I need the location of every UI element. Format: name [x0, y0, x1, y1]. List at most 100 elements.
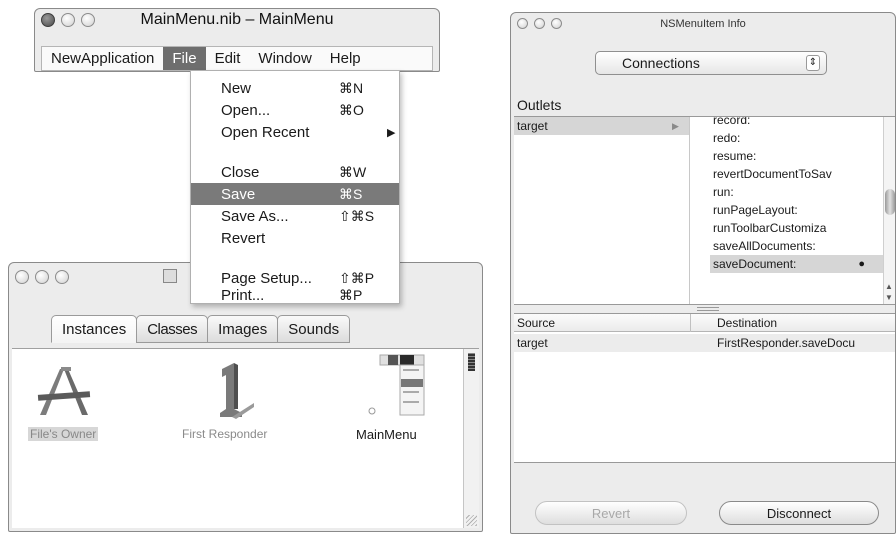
zoom-button[interactable] — [55, 270, 69, 284]
revert-button[interactable]: Revert — [535, 501, 687, 525]
window-controls — [517, 18, 562, 29]
instances-scrollbar[interactable] — [463, 349, 479, 528]
outlets-browser: target ▶ record: redo: resume: revertDoc… — [514, 116, 895, 305]
menu-item-label: Open Recent — [221, 123, 310, 141]
first-responder-icon[interactable] — [208, 359, 258, 423]
menu-item-save-as[interactable]: Save As... ⇧⌘S — [191, 205, 399, 227]
connected-indicator-icon: ● — [858, 258, 865, 270]
close-button[interactable] — [15, 270, 29, 284]
instances-tab-bar: Instances Classes Images Sounds — [51, 315, 351, 343]
menu-item-shortcut: ⌘P — [339, 286, 363, 303]
inspector-mode-popup[interactable]: Connections ⇕ — [595, 51, 827, 75]
menu-item-label: Page Setup... — [221, 269, 312, 287]
zoom-button[interactable] — [551, 18, 562, 29]
window-controls — [15, 270, 69, 284]
menu-item-new[interactable]: New ⌘N — [191, 77, 399, 99]
mainmenu-nib-window: MainMenu.nib – MainMenu NewApplication F… — [34, 8, 440, 72]
action-row[interactable]: revertDocumentToSav — [710, 165, 883, 183]
tab-instances[interactable]: Instances — [51, 315, 138, 343]
window-controls — [41, 13, 95, 27]
tab-classes[interactable]: Classes — [136, 315, 209, 343]
action-row[interactable]: saveAllDocuments: — [710, 237, 883, 255]
menu-item-open[interactable]: Open... ⌘O — [191, 99, 399, 121]
menu-help[interactable]: Help — [321, 47, 370, 70]
info-panel-titlebar[interactable]: NSMenuItem Info — [511, 13, 895, 35]
scroll-down-arrow-icon[interactable]: ▼ — [885, 293, 893, 302]
menu-item-shortcut: ⌘O — [339, 101, 364, 118]
files-owner-icon[interactable] — [34, 365, 94, 421]
scroll-up-arrow-icon[interactable]: ▲ — [885, 282, 893, 291]
menu-edit[interactable]: Edit — [206, 47, 250, 70]
minimize-button[interactable] — [35, 270, 49, 284]
connection-source: target — [517, 336, 548, 350]
nib-window-title: MainMenu.nib – MainMenu — [140, 11, 334, 28]
zoom-button[interactable] — [81, 13, 95, 27]
menu-item-open-recent[interactable]: Open Recent ▶ — [191, 121, 399, 143]
outlets-label: Outlets — [517, 97, 562, 113]
tab-sounds[interactable]: Sounds — [277, 315, 351, 343]
minimize-button[interactable] — [534, 18, 545, 29]
menu-item-shortcut: ⌘W — [339, 163, 367, 180]
menu-item-close[interactable]: Close ⌘W — [191, 161, 399, 183]
connections-table: Source Destination target FirstResponder… — [514, 313, 895, 463]
column-header-source[interactable]: Source — [517, 316, 555, 330]
menu-item-shortcut: ⌘S — [339, 185, 363, 202]
menu-bar: NewApplication File Edit Window Help — [41, 46, 433, 71]
mainmenu-icon[interactable] — [364, 353, 428, 419]
action-row-selected[interactable]: saveDocument: ● — [710, 255, 883, 273]
popup-arrows-icon: ⇕ — [806, 55, 820, 71]
info-panel-title: NSMenuItem Info — [660, 18, 746, 30]
minimize-button[interactable] — [61, 13, 75, 27]
action-row[interactable]: runPageLayout: — [710, 201, 883, 219]
menu-window[interactable]: Window — [249, 47, 320, 70]
menu-file[interactable]: File — [163, 47, 206, 70]
action-row[interactable]: resume: — [710, 147, 883, 165]
scroll-thumb[interactable] — [468, 353, 475, 371]
menu-item-label: New — [221, 79, 252, 97]
actions-scrollbar[interactable]: ▲ ▼ — [883, 117, 895, 304]
menu-item-label: Revert — [221, 229, 266, 247]
resize-grip-icon[interactable] — [466, 515, 477, 526]
menu-item-shortcut: ⇧⌘P — [339, 269, 375, 286]
outlet-row-target[interactable]: target ▶ — [514, 117, 689, 135]
first-responder-label: First Responder — [182, 427, 268, 441]
action-row[interactable]: run: — [710, 183, 883, 201]
nib-file-icon — [163, 269, 177, 283]
actions-column: record: redo: resume: revertDocumentToSa… — [710, 117, 895, 304]
close-button[interactable] — [517, 18, 528, 29]
tab-images[interactable]: Images — [207, 315, 279, 343]
menu-item-print[interactable]: Print... ⌘P — [191, 285, 399, 305]
scroll-thumb[interactable] — [885, 189, 895, 215]
nib-window-titlebar[interactable]: MainMenu.nib – MainMenu — [35, 9, 439, 31]
column-divider — [690, 314, 691, 332]
menu-item-shortcut: ⇧⌘S — [339, 207, 375, 224]
action-row[interactable]: runToolbarCustomiza — [710, 219, 883, 237]
outlets-column: target ▶ — [514, 117, 690, 304]
menu-newapplication[interactable]: NewApplication — [42, 47, 163, 70]
table-row[interactable]: target FirstResponder.saveDocu — [514, 334, 895, 352]
close-button[interactable] — [41, 13, 55, 27]
connections-table-header: Source Destination — [514, 314, 895, 332]
menu-item-revert[interactable]: Revert — [191, 227, 399, 249]
files-owner-label: File's Owner — [28, 427, 99, 441]
split-view-handle[interactable] — [697, 307, 719, 311]
file-menu-dropdown: New ⌘N Open... ⌘O Open Recent ▶ Close ⌘W… — [190, 70, 400, 304]
menu-item-label: Open... — [221, 101, 271, 119]
submenu-arrow-icon: ▶ — [387, 126, 396, 139]
nsmenuitem-info-panel: NSMenuItem Info Connections ⇕ Outlets ta… — [510, 12, 896, 534]
mainmenu-label: MainMenu — [356, 427, 417, 442]
menu-item-label: Save As... — [221, 207, 289, 225]
action-label: saveDocument: — [713, 257, 797, 271]
menu-item-save[interactable]: Save ⌘S — [191, 183, 399, 205]
disconnect-button[interactable]: Disconnect — [719, 501, 879, 525]
menu-item-label: Close — [221, 163, 260, 181]
connection-destination: FirstResponder.saveDocu — [717, 336, 856, 350]
column-header-destination[interactable]: Destination — [717, 316, 777, 330]
menu-item-label: Print... — [221, 286, 265, 304]
action-row[interactable]: record: — [710, 117, 883, 129]
popup-value: Connections — [622, 55, 700, 71]
instances-content-area: File's Owner First Responder MainMenu — [12, 348, 479, 528]
disclosure-triangle-icon: ▶ — [672, 120, 679, 131]
outlet-label: target — [517, 119, 548, 133]
action-row[interactable]: redo: — [710, 129, 883, 147]
